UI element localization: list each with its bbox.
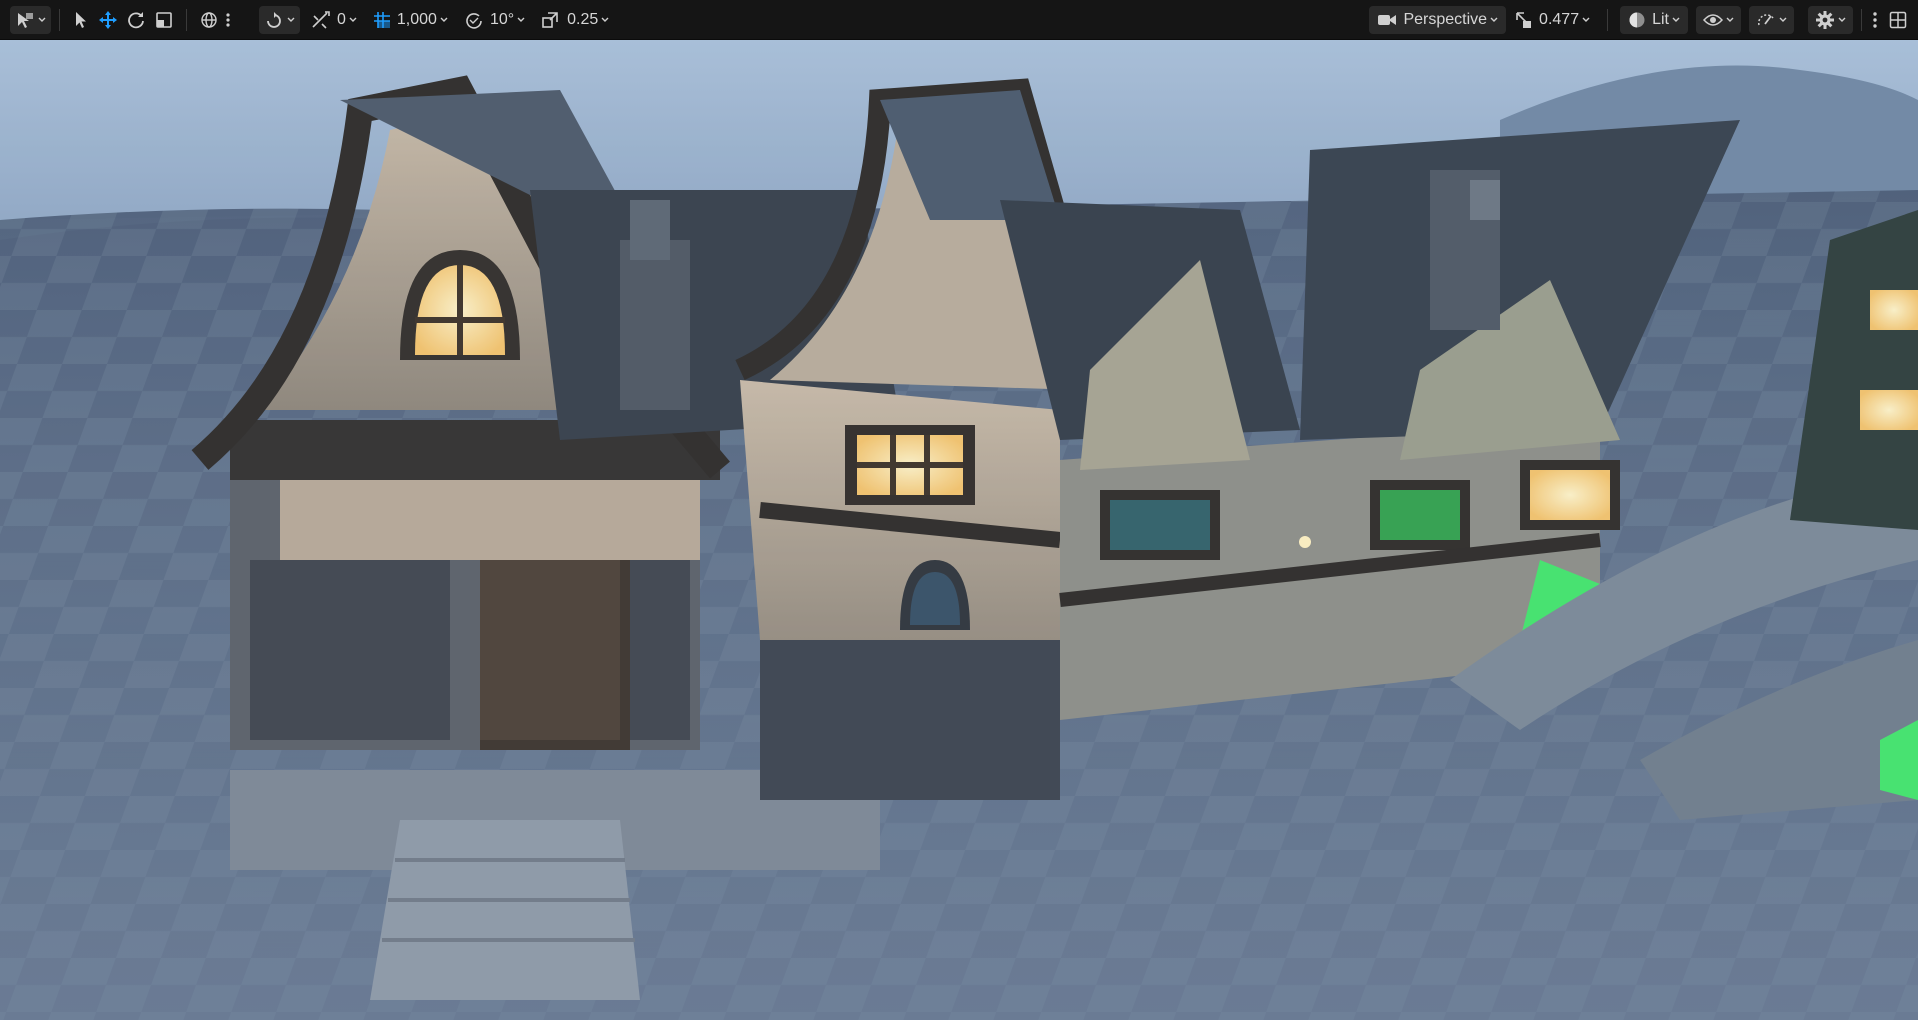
select-mode-icon <box>15 11 35 29</box>
translate-snap-value: 0 <box>337 10 346 28</box>
rotate-icon <box>127 11 145 29</box>
scale-snap-icon <box>541 11 561 29</box>
toolbar-divider <box>59 8 60 31</box>
lighting-mode-label: Lit <box>1652 10 1669 28</box>
toolbar-divider <box>1607 8 1609 31</box>
translate-icon <box>99 10 117 29</box>
view-mode-label: Perspective <box>1403 10 1488 28</box>
chevron-down-icon <box>440 17 448 23</box>
rotation-snap-icon <box>464 11 484 29</box>
level-viewport[interactable] <box>0 40 1918 1020</box>
lighting-mode-dropdown[interactable]: Lit <box>1620 5 1688 34</box>
world-space-icon <box>200 11 218 29</box>
scale-tool-button[interactable] <box>150 6 178 34</box>
translate-snap-icon <box>311 10 331 29</box>
camera-speed-value: 0.477 <box>1539 10 1580 28</box>
translate-snap-dropdown[interactable]: 0 <box>306 6 362 34</box>
chevron-down-icon <box>601 17 609 23</box>
viewport-toolbar: 0 1,000 10° 0.25 Perspective 0.477 Lit <box>0 0 1918 40</box>
viewport-settings-dropdown[interactable] <box>1808 5 1853 34</box>
scale-snap-value: 0.25 <box>567 10 599 28</box>
chevron-down-icon <box>1726 17 1734 23</box>
viewport-layout-button[interactable] <box>1884 6 1912 34</box>
more-vert-icon <box>1873 11 1877 29</box>
surface-snap-icon <box>264 11 284 29</box>
select-mode-dropdown[interactable] <box>10 5 51 34</box>
chevron-down-icon <box>1490 17 1498 23</box>
realtime-dropdown[interactable] <box>1749 5 1794 34</box>
more-options-button[interactable] <box>223 6 233 34</box>
chevron-down-icon <box>38 17 46 23</box>
chevron-down-icon <box>349 17 357 23</box>
realtime-icon <box>1756 12 1776 28</box>
more-vert-icon <box>226 12 230 28</box>
chevron-down-icon <box>1582 17 1590 23</box>
viewport-options-button[interactable] <box>1870 6 1880 34</box>
rotate-tool-button[interactable] <box>122 6 150 34</box>
surface-snapping-dropdown[interactable] <box>259 5 300 34</box>
grid-icon <box>373 11 391 29</box>
show-flags-dropdown[interactable] <box>1696 5 1741 34</box>
camera-speed-icon <box>1515 11 1533 29</box>
view-mode-dropdown[interactable]: Perspective <box>1369 5 1507 34</box>
scene-render <box>0 40 1918 1020</box>
camera-speed-dropdown[interactable]: 0.477 <box>1510 6 1595 34</box>
chevron-down-icon <box>1672 17 1680 23</box>
eye-icon <box>1703 13 1723 27</box>
camera-icon <box>1377 12 1397 28</box>
chevron-down-icon <box>1779 17 1787 23</box>
chevron-down-icon <box>1838 17 1846 23</box>
rotation-snap-dropdown[interactable]: 10° <box>459 6 530 34</box>
select-arrow-icon <box>73 11 89 29</box>
lit-sphere-icon <box>1628 11 1646 29</box>
scale-snap-dropdown[interactable]: 0.25 <box>536 6 614 34</box>
rotation-snap-value: 10° <box>489 10 515 28</box>
scale-icon <box>155 11 173 29</box>
chevron-down-icon <box>287 17 295 23</box>
toolbar-divider <box>1861 8 1862 31</box>
select-tool-button[interactable] <box>68 6 94 34</box>
settings-gear-icon <box>1815 10 1835 30</box>
grid-snap-dropdown[interactable]: 1,000 <box>368 6 453 34</box>
layout-grid-icon <box>1889 11 1907 29</box>
grid-size-value: 1,000 <box>396 10 437 28</box>
translate-tool-button[interactable] <box>94 6 122 34</box>
toolbar-divider <box>186 8 187 31</box>
chevron-down-icon <box>517 17 525 23</box>
coordinate-space-button[interactable] <box>195 6 223 34</box>
